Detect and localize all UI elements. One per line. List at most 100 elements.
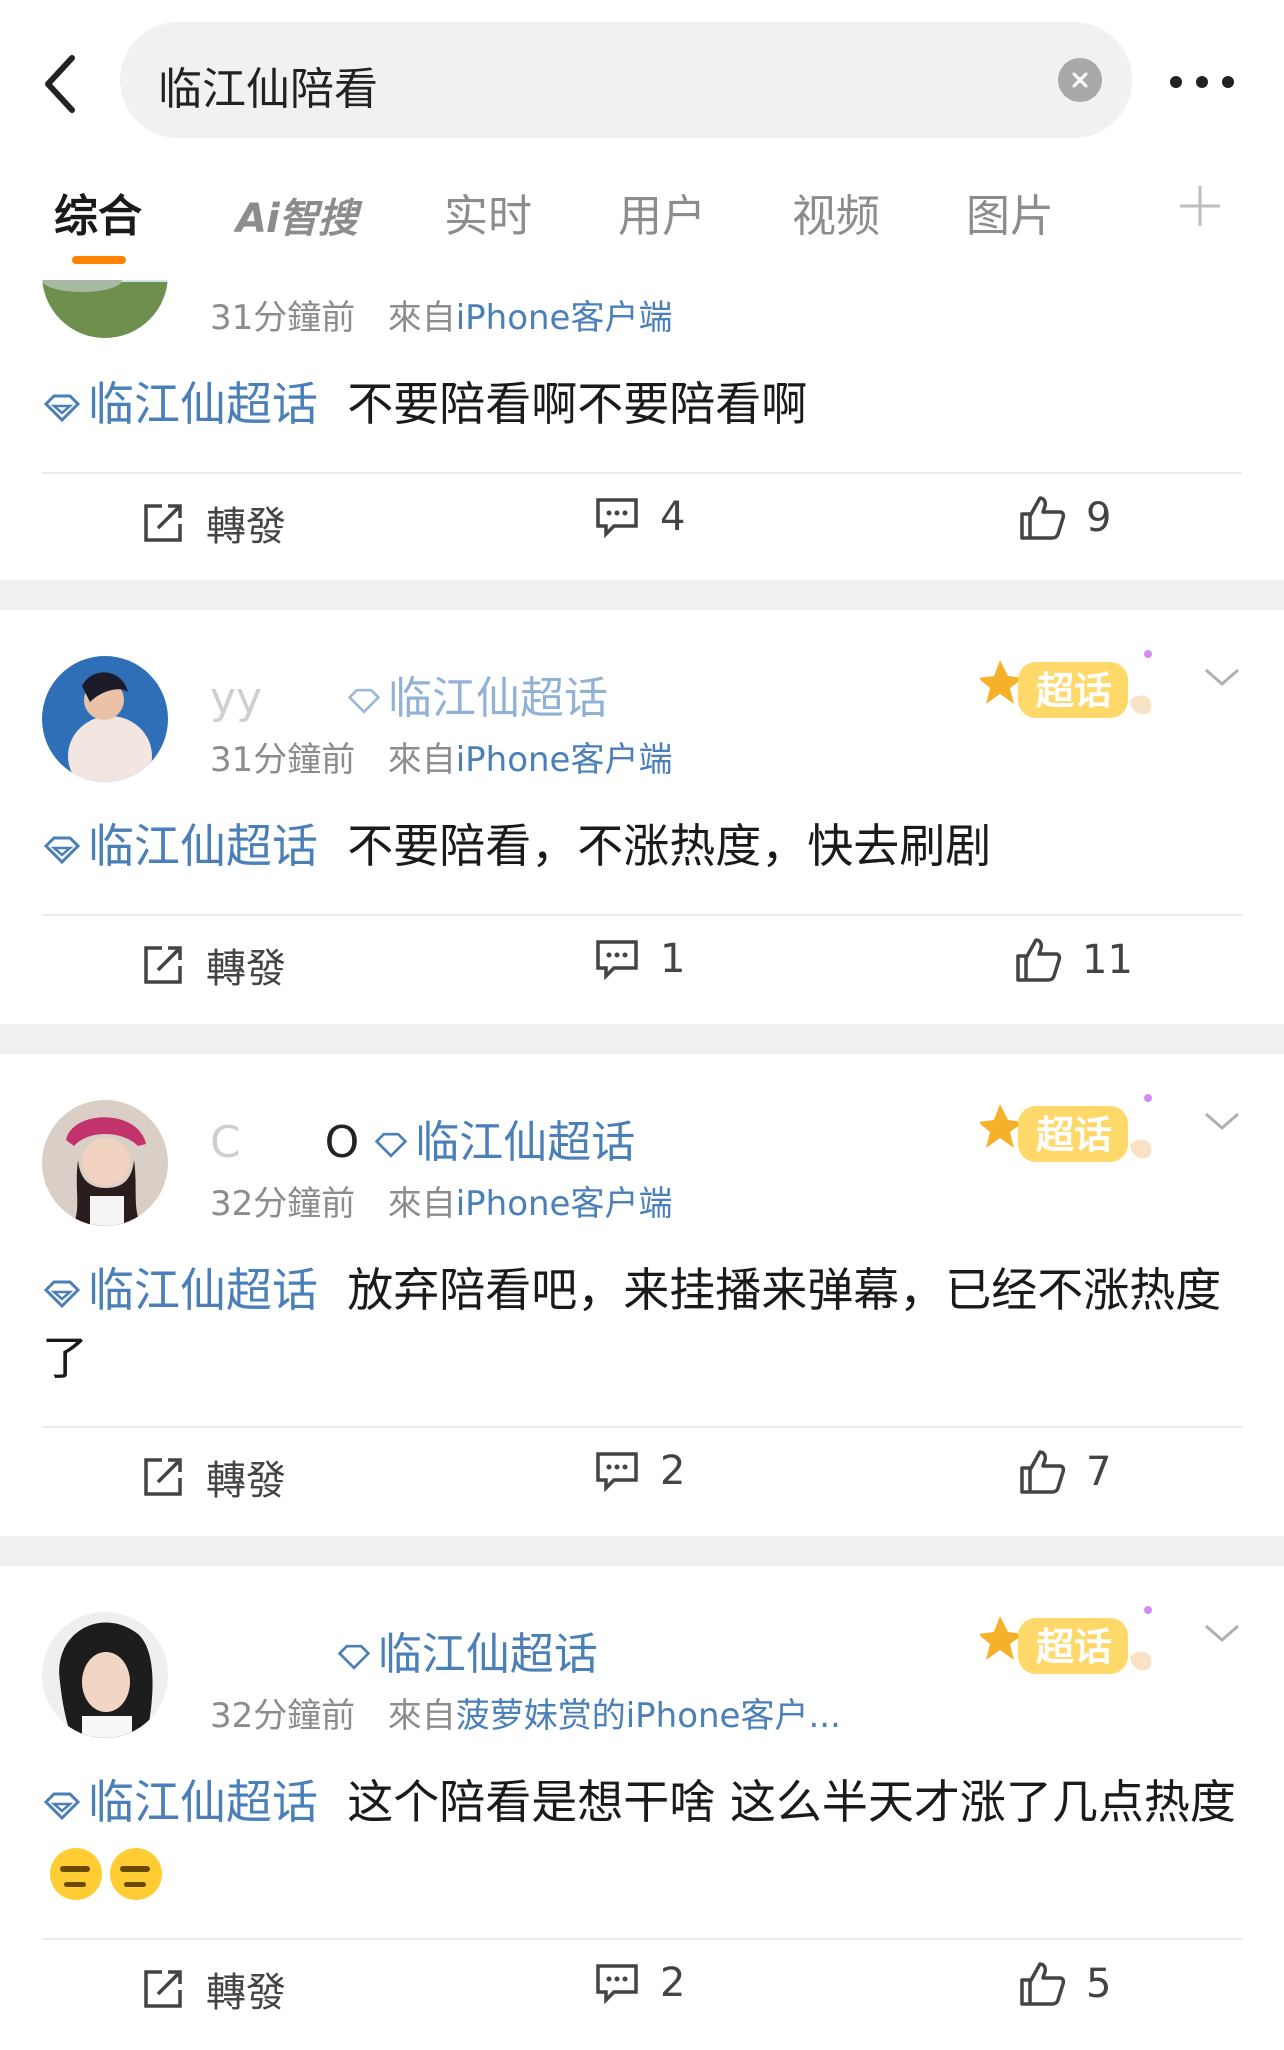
supertopic-link[interactable]: 临江仙超话 [388, 673, 608, 724]
post-content[interactable]: 临江仙超话 不要陪看啊不要陪看啊 [42, 370, 1242, 438]
chevron-down-icon[interactable] [1200, 1106, 1244, 1136]
more-options-button[interactable] [1170, 62, 1280, 102]
diamond-icon [43, 1280, 81, 1308]
chevron-left-icon [45, 55, 75, 113]
post-actions: 轉發 4 9 [0, 494, 1284, 554]
source-prefix: 來自 [387, 298, 456, 338]
comment-button[interactable]: 2 [594, 1448, 685, 1494]
supertopic-tag[interactable]: 临江仙超话 [42, 1263, 318, 1317]
avatar[interactable] [42, 1612, 168, 1738]
svg-text:超话: 超话 [1036, 1113, 1112, 1157]
tab-users[interactable]: 用户 [618, 180, 706, 244]
tab-bar: 综合 Ai智搜 实时 用户 视频 图片 [0, 170, 1284, 280]
supertopic-badge[interactable]: 超话 [978, 1084, 1170, 1184]
post-meta: 32分鐘前 來自菠萝妹赏的iPhone客户... [210, 1696, 841, 1736]
repost-button[interactable]: 轉發 [140, 936, 286, 994]
share-icon [144, 1458, 182, 1496]
repost-button[interactable]: 轉發 [140, 1448, 286, 1506]
thumbs-up-icon [1020, 1962, 1066, 2006]
clear-search-button[interactable] [1058, 58, 1102, 102]
thumbs-up-icon [1020, 496, 1066, 540]
more-dot-icon [1196, 76, 1208, 88]
tab-realtime[interactable]: 实时 [444, 180, 532, 244]
active-tab-indicator [72, 256, 126, 264]
post-card: C O 临江仙超话 超话 32分鐘前 來自iPhone客户端 临江仙超话 放弃陪… [0, 1054, 1284, 1536]
emoji-icon [50, 1847, 102, 1900]
like-button[interactable]: 5 [1018, 1960, 1111, 2008]
emoji-icon [110, 1847, 162, 1900]
like-button[interactable]: 9 [1018, 494, 1111, 542]
diamond-icon [337, 1644, 371, 1670]
more-dot-icon [1222, 76, 1234, 88]
comment-icon [596, 940, 638, 981]
username[interactable]: C O 临江仙超话 [210, 1106, 635, 1170]
thumbs-up-icon [1020, 1450, 1066, 1494]
share-icon [144, 946, 182, 984]
chevron-down-icon[interactable] [1200, 662, 1244, 692]
username[interactable]: yy 临江仙超话 [210, 662, 608, 726]
post-actions: 轉發 2 5 [0, 1960, 1284, 2020]
comment-button[interactable]: 4 [594, 494, 685, 540]
supertopic-link[interactable]: 临江仙超话 [415, 1117, 635, 1168]
repost-button[interactable]: 轉發 [140, 494, 286, 552]
search-input[interactable]: 临江仙陪看 [120, 22, 1132, 138]
avatar[interactable] [42, 656, 168, 782]
supertopic-tag[interactable]: 临江仙超话 [42, 377, 318, 431]
more-dot-icon [1170, 76, 1182, 88]
tab-ai-search[interactable]: Ai智搜 [236, 186, 358, 244]
comment-icon [596, 1452, 638, 1493]
chevron-down-icon[interactable] [1200, 1618, 1244, 1648]
supertopic-link[interactable]: 临江仙超话 [378, 1629, 598, 1680]
repost-button[interactable]: 轉發 [140, 1960, 286, 2018]
comment-button[interactable]: 1 [594, 936, 685, 982]
post-content[interactable]: 临江仙超话 不要陪看，不涨热度，快去刷剧 [42, 812, 1242, 880]
supertopic-tag[interactable]: 临江仙超话 [42, 819, 318, 873]
divider [42, 1426, 1242, 1428]
close-icon [1072, 72, 1088, 88]
tab-pictures[interactable]: 图片 [966, 180, 1054, 244]
post-card: 临江仙超话 超话 32分鐘前 來自菠萝妹赏的iPhone客户... 临江仙超话 … [0, 1566, 1284, 2050]
back-button[interactable] [30, 46, 90, 122]
post-time: 31分鐘前 [210, 298, 356, 338]
post-meta: 31分鐘前 來自iPhone客户端 [210, 290, 672, 339]
comment-button[interactable]: 2 [594, 1960, 685, 2006]
thumbs-up-icon [1016, 938, 1062, 982]
diamond-icon [374, 1132, 408, 1158]
post-meta: 31分鐘前 來自iPhone客户端 [210, 740, 673, 780]
diamond-icon [43, 394, 81, 422]
post-content[interactable]: 临江仙超话 放弃陪看吧，来挂播来弹幕，已经不涨热度了 [42, 1256, 1242, 1392]
username[interactable]: 临江仙超话 [210, 1618, 598, 1682]
avatar[interactable] [42, 1100, 168, 1226]
share-icon [144, 1970, 182, 2008]
divider [42, 472, 1242, 474]
divider [42, 914, 1242, 916]
diamond-icon [347, 688, 381, 714]
diamond-icon [43, 836, 81, 864]
svg-text:超话: 超话 [1036, 1625, 1112, 1669]
supertopic-tag[interactable]: 临江仙超话 [42, 1775, 318, 1829]
tab-video[interactable]: 视频 [792, 180, 880, 244]
divider [42, 1938, 1242, 1940]
search-query: 临江仙陪看 [158, 64, 378, 115]
post-actions: 轉發 1 11 [0, 936, 1284, 996]
post-card: yy 临江仙超话 超话 31分鐘前 來自iPhone客户端 临江仙超话 不要陪看… [0, 610, 1284, 1024]
like-button[interactable]: 11 [1014, 936, 1133, 984]
diamond-icon [43, 1792, 81, 1820]
section-separator [0, 1024, 1284, 1054]
post-actions: 轉發 2 7 [0, 1448, 1284, 1508]
post-content[interactable]: 临江仙超话 这个陪看是想干啥 这么半天才涨了几点热度 [42, 1768, 1242, 1904]
share-icon [144, 504, 182, 542]
supertopic-badge[interactable]: 超话 [978, 1596, 1170, 1696]
post-meta: 32分鐘前 來自iPhone客户端 [210, 1184, 673, 1224]
comment-icon [596, 1964, 638, 2005]
add-tab-icon[interactable] [1176, 182, 1224, 230]
section-separator [0, 1536, 1284, 1566]
supertopic-badge[interactable]: 超话 [978, 640, 1170, 740]
like-button[interactable]: 7 [1018, 1448, 1111, 1496]
comment-icon [596, 498, 638, 539]
post-source[interactable]: iPhone客户端 [456, 298, 673, 338]
svg-text:超话: 超话 [1036, 669, 1112, 713]
tab-comprehensive[interactable]: 综合 [54, 180, 142, 244]
section-separator [0, 580, 1284, 610]
top-bar: 临江仙陪看 综合 Ai智搜 实时 用户 视频 图片 [0, 0, 1284, 280]
